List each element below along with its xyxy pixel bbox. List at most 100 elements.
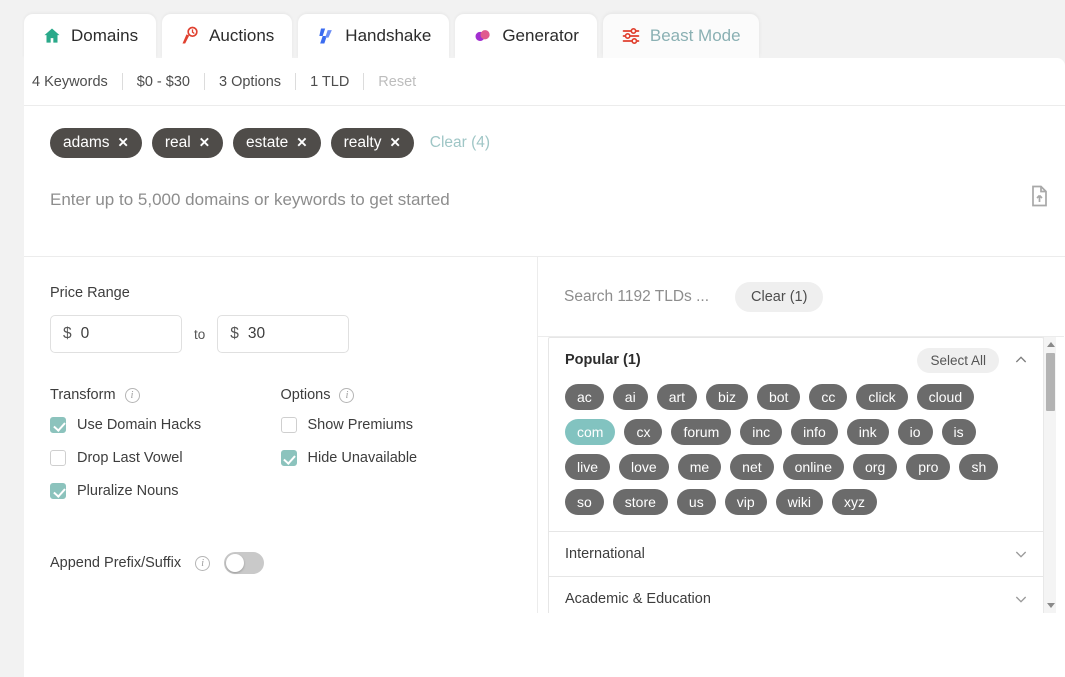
keyword-chip-label: realty — [344, 134, 382, 152]
tld-chip[interactable]: sh — [959, 454, 998, 480]
tld-chip[interactable]: ac — [565, 384, 604, 410]
checkbox-pluralize-nouns[interactable]: Pluralize Nouns — [50, 483, 281, 499]
tab-domains-label: Domains — [71, 26, 138, 46]
keyword-chip-list: adams ✕ real ✕ estate ✕ realty ✕ Clear (… — [50, 128, 1039, 158]
tld-chip[interactable]: ink — [847, 419, 889, 445]
options-group: Transform i Use Domain Hacks Drop Last V… — [50, 387, 511, 516]
tld-chip[interactable]: pro — [906, 454, 950, 480]
remove-icon[interactable]: ✕ — [199, 136, 210, 150]
info-icon[interactable]: i — [125, 388, 140, 403]
checkbox-label: Use Domain Hacks — [77, 417, 201, 433]
tld-chip[interactable]: inc — [740, 419, 782, 445]
price-range-label: Price Range — [50, 285, 511, 301]
scroll-up-arrow-icon[interactable] — [1047, 342, 1055, 347]
info-icon[interactable]: i — [195, 556, 210, 571]
checkbox-box[interactable] — [50, 417, 66, 433]
main-tab-bar: Domains Auctions Handshake Generator — [0, 0, 1065, 58]
tld-chip[interactable]: io — [898, 419, 933, 445]
tab-generator-label: Generator — [502, 26, 579, 46]
checkbox-label: Hide Unavailable — [308, 450, 418, 466]
tld-chip[interactable]: forum — [671, 419, 731, 445]
tld-chip[interactable]: org — [853, 454, 897, 480]
checkbox-box[interactable] — [281, 417, 297, 433]
tld-chip[interactable]: bot — [757, 384, 800, 410]
tld-chip[interactable]: live — [565, 454, 610, 480]
append-prefix-suffix-toggle[interactable] — [224, 552, 264, 574]
tab-domains[interactable]: Domains — [24, 14, 156, 58]
tab-generator[interactable]: Generator — [455, 14, 597, 58]
currency-symbol: $ — [63, 325, 72, 343]
chevron-down-icon[interactable] — [1013, 546, 1029, 562]
chevron-up-icon[interactable] — [1013, 352, 1029, 368]
tld-chip[interactable]: xyz — [832, 489, 877, 515]
select-all-button[interactable]: Select All — [917, 348, 999, 373]
checkbox-use-domain-hacks[interactable]: Use Domain Hacks — [50, 417, 281, 433]
tld-scrollbar[interactable] — [1043, 337, 1056, 613]
checkbox-box[interactable] — [50, 450, 66, 466]
tld-section-title: Popular (1) — [565, 352, 917, 368]
min-price-input[interactable]: $ 0 — [50, 315, 182, 353]
checkbox-label: Show Premiums — [308, 417, 414, 433]
tld-section-header-academic[interactable]: Academic & Education — [549, 577, 1043, 613]
file-upload-icon[interactable] — [1027, 184, 1051, 208]
beast-mode-page: Domains Auctions Handshake Generator — [0, 0, 1065, 677]
tld-chip[interactable]: so — [565, 489, 604, 515]
tld-chip[interactable]: store — [613, 489, 668, 515]
tld-chip[interactable]: art — [657, 384, 697, 410]
tld-chip[interactable]: us — [677, 489, 716, 515]
keyword-input[interactable]: Enter up to 5,000 domains or keywords to… — [50, 190, 1039, 210]
tld-sections-card: Popular (1) Select All ac ai art biz bot — [548, 337, 1044, 613]
tld-chip[interactable]: cx — [624, 419, 662, 445]
tld-chip[interactable]: online — [783, 454, 844, 480]
tab-beast-mode[interactable]: Beast Mode — [603, 14, 759, 58]
checkbox-box[interactable] — [281, 450, 297, 466]
min-price-value: 0 — [81, 325, 90, 343]
max-price-value: 30 — [248, 325, 265, 343]
tld-chip[interactable]: net — [730, 454, 773, 480]
tld-chip[interactable]: biz — [706, 384, 748, 410]
tld-section-title: Academic & Education — [565, 591, 1013, 607]
scroll-down-arrow-icon[interactable] — [1047, 603, 1055, 608]
remove-icon[interactable]: ✕ — [389, 136, 400, 150]
checkbox-drop-last-vowel[interactable]: Drop Last Vowel — [50, 450, 281, 466]
clear-tlds-button[interactable]: Clear (1) — [735, 282, 823, 312]
tab-handshake[interactable]: Handshake — [298, 14, 449, 58]
max-price-input[interactable]: $ 30 — [217, 315, 349, 353]
tld-chip[interactable]: info — [791, 419, 838, 445]
tab-auctions[interactable]: Auctions — [162, 14, 292, 58]
options-header: Options i — [281, 387, 512, 403]
keyword-chip[interactable]: estate ✕ — [233, 128, 321, 158]
tld-chip[interactable]: wiki — [776, 489, 823, 515]
tld-chip[interactable]: cc — [809, 384, 847, 410]
reset-button[interactable]: Reset — [378, 74, 416, 90]
clear-keywords-button[interactable]: Clear (4) — [430, 134, 490, 152]
keyword-chip[interactable]: real ✕ — [152, 128, 223, 158]
filter-summary-bar: 4 Keywords $0 - $30 3 Options 1 TLD Rese… — [24, 58, 1065, 106]
summary-keywords: 4 Keywords — [32, 74, 108, 90]
checkbox-hide-unavailable[interactable]: Hide Unavailable — [281, 450, 512, 466]
tld-chip[interactable]: vip — [725, 489, 767, 515]
tld-search-input[interactable]: Search 1192 TLDs ... — [564, 288, 709, 306]
tld-chip[interactable]: love — [619, 454, 669, 480]
chevron-down-icon[interactable] — [1013, 591, 1029, 607]
info-icon[interactable]: i — [339, 388, 354, 403]
tld-section-header-popular[interactable]: Popular (1) Select All — [549, 338, 1043, 382]
tld-chip-selected[interactable]: com — [565, 419, 615, 445]
keyword-chip[interactable]: realty ✕ — [331, 128, 414, 158]
tld-chip[interactable]: me — [678, 454, 721, 480]
house-icon — [42, 26, 62, 46]
checkbox-box[interactable] — [50, 483, 66, 499]
tld-chip[interactable]: click — [856, 384, 907, 410]
tld-chip[interactable]: ai — [613, 384, 648, 410]
checkbox-show-premiums[interactable]: Show Premiums — [281, 417, 512, 433]
remove-icon[interactable]: ✕ — [296, 136, 307, 150]
options-column: Options i Show Premiums Hide Unavailable — [281, 387, 512, 516]
remove-icon[interactable]: ✕ — [118, 136, 129, 150]
tld-section-header-international[interactable]: International — [549, 532, 1043, 576]
scrollbar-thumb[interactable] — [1046, 353, 1055, 411]
tld-search-row: Search 1192 TLDs ... Clear (1) — [538, 257, 1064, 337]
tld-chip[interactable]: cloud — [917, 384, 974, 410]
keyword-chip[interactable]: adams ✕ — [50, 128, 142, 158]
transform-title: Transform — [50, 387, 116, 403]
tld-chip[interactable]: is — [942, 419, 976, 445]
